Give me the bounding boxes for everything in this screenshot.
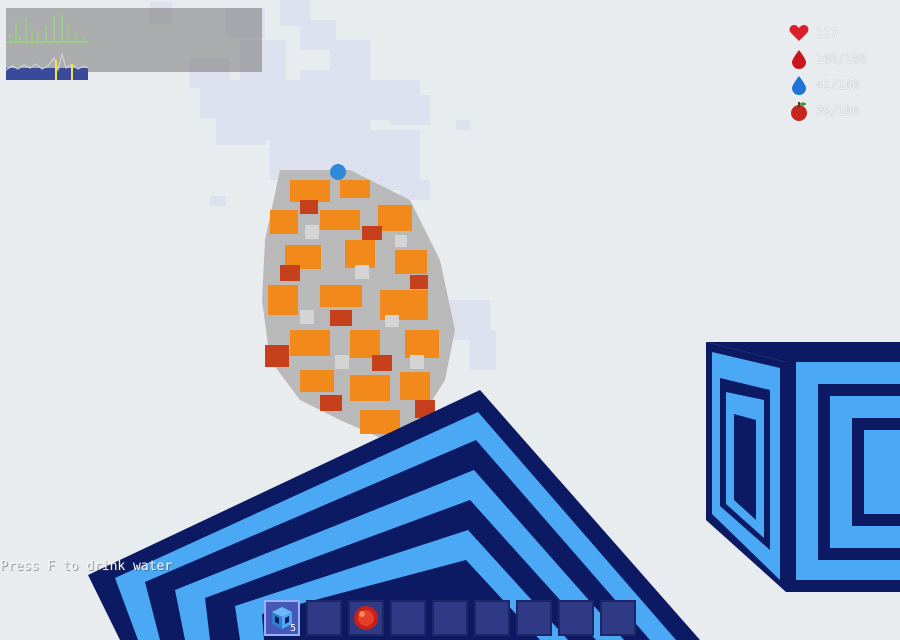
food-stat: 39/100 — [788, 98, 898, 124]
water-drop-icon — [792, 76, 806, 95]
blood-drop-icon — [792, 50, 806, 69]
interaction-hint: Press F to drink water — [0, 559, 173, 574]
water-stat: 41/100 — [788, 72, 898, 98]
apple-icon — [791, 102, 807, 121]
water-droplet-entity — [330, 164, 346, 180]
hotbar-slot-8[interactable] — [558, 600, 594, 636]
water-value: 41/100 — [816, 78, 860, 92]
food-value: 39/100 — [816, 104, 860, 118]
health-value: 117 — [816, 26, 838, 40]
fps-graph — [6, 14, 88, 43]
heart-icon — [789, 25, 809, 41]
game-viewport[interactable] — [0, 0, 900, 640]
hotbar-slot-6[interactable] — [474, 600, 510, 636]
red-orb-icon — [354, 606, 378, 630]
slot-count: 5 — [289, 623, 296, 634]
performance-overlay — [6, 8, 262, 80]
hotbar-slot-3[interactable] — [348, 600, 384, 636]
hotbar-slot-1[interactable]: 5 — [264, 600, 300, 636]
hotbar-slot-2[interactable] — [306, 600, 342, 636]
hotbar-slot-7[interactable] — [516, 600, 552, 636]
health-stat: 117 — [788, 20, 898, 46]
hotbar-slot-5[interactable] — [432, 600, 468, 636]
blood-stat: 100/100 — [788, 46, 898, 72]
blood-value: 100/100 — [816, 52, 867, 66]
player-stats: 117 100/100 41/100 39/100 — [788, 20, 898, 124]
hotbar[interactable]: 5 — [264, 600, 642, 636]
hotbar-slot-4[interactable] — [390, 600, 426, 636]
hotbar-slot-9[interactable] — [600, 600, 636, 636]
frametime-graph — [6, 52, 88, 80]
